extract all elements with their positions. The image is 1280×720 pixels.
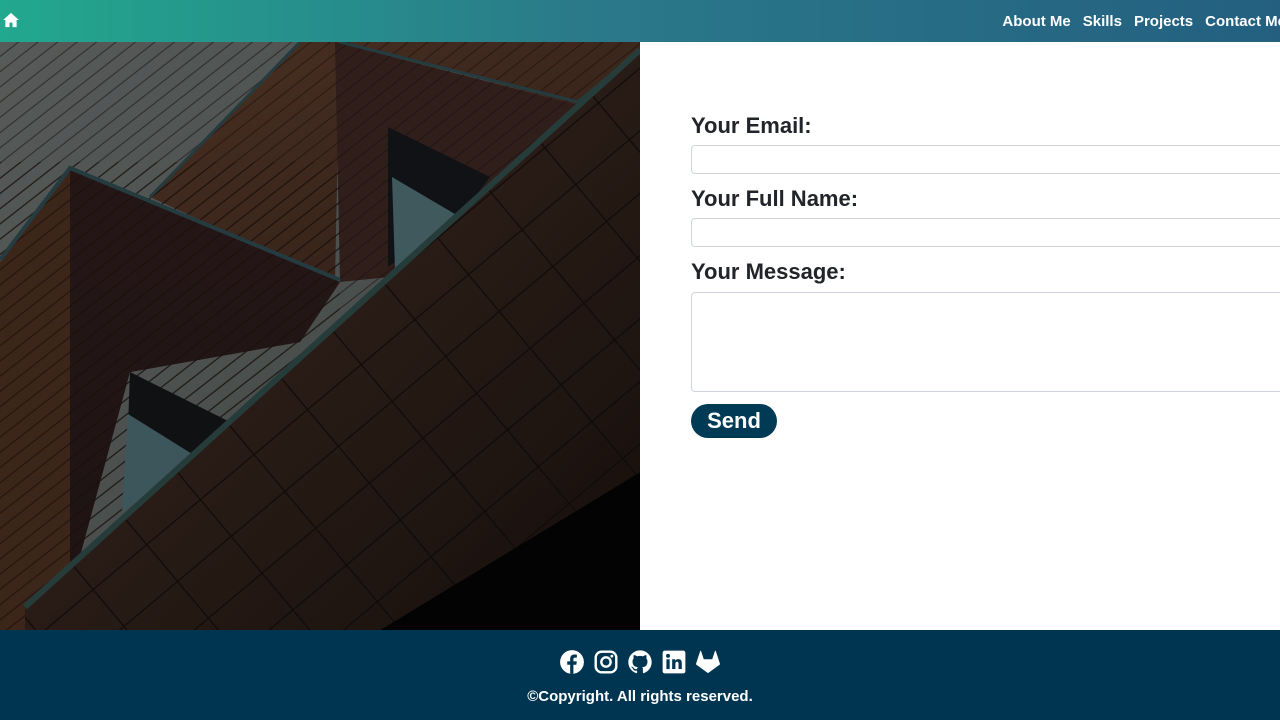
facebook-link[interactable] bbox=[559, 649, 585, 675]
hero-building-image bbox=[0, 42, 640, 630]
linkedin-link[interactable] bbox=[661, 649, 687, 675]
email-field[interactable] bbox=[691, 145, 1280, 174]
instagram-link[interactable] bbox=[593, 649, 619, 675]
nav-links: About Me Skills Projects Contact Me bbox=[990, 0, 1280, 42]
github-icon bbox=[627, 649, 653, 675]
facebook-icon bbox=[559, 649, 585, 675]
github-link[interactable] bbox=[627, 649, 653, 675]
nav-link-contact-me[interactable]: Contact Me bbox=[1205, 13, 1280, 30]
message-field[interactable] bbox=[691, 292, 1280, 392]
linkedin-icon bbox=[661, 649, 687, 675]
gitlab-icon bbox=[695, 649, 721, 675]
nav-link-skills[interactable]: Skills bbox=[1083, 13, 1122, 30]
gitlab-link[interactable] bbox=[695, 649, 721, 675]
navbar: About Me Skills Projects Contact Me bbox=[0, 0, 1280, 42]
instagram-icon bbox=[593, 649, 619, 675]
full-name-label: Your Full Name: bbox=[691, 186, 859, 211]
message-label: Your Message: bbox=[691, 259, 846, 284]
email-label: Your Email: bbox=[691, 113, 812, 138]
social-links bbox=[0, 649, 1280, 675]
home-icon bbox=[2, 11, 22, 29]
contact-form: Your Email: Your Full Name: Your Message… bbox=[640, 42, 1280, 630]
send-button[interactable]: Send bbox=[691, 404, 777, 438]
copyright-text: ©Copyright. All rights reserved. bbox=[527, 688, 753, 705]
home-link[interactable] bbox=[2, 11, 22, 31]
footer: ©Copyright. All rights reserved. bbox=[0, 630, 1280, 720]
full-name-field[interactable] bbox=[691, 218, 1280, 247]
nav-link-projects[interactable]: Projects bbox=[1134, 13, 1193, 30]
nav-link-about-me[interactable]: About Me bbox=[1002, 13, 1070, 30]
